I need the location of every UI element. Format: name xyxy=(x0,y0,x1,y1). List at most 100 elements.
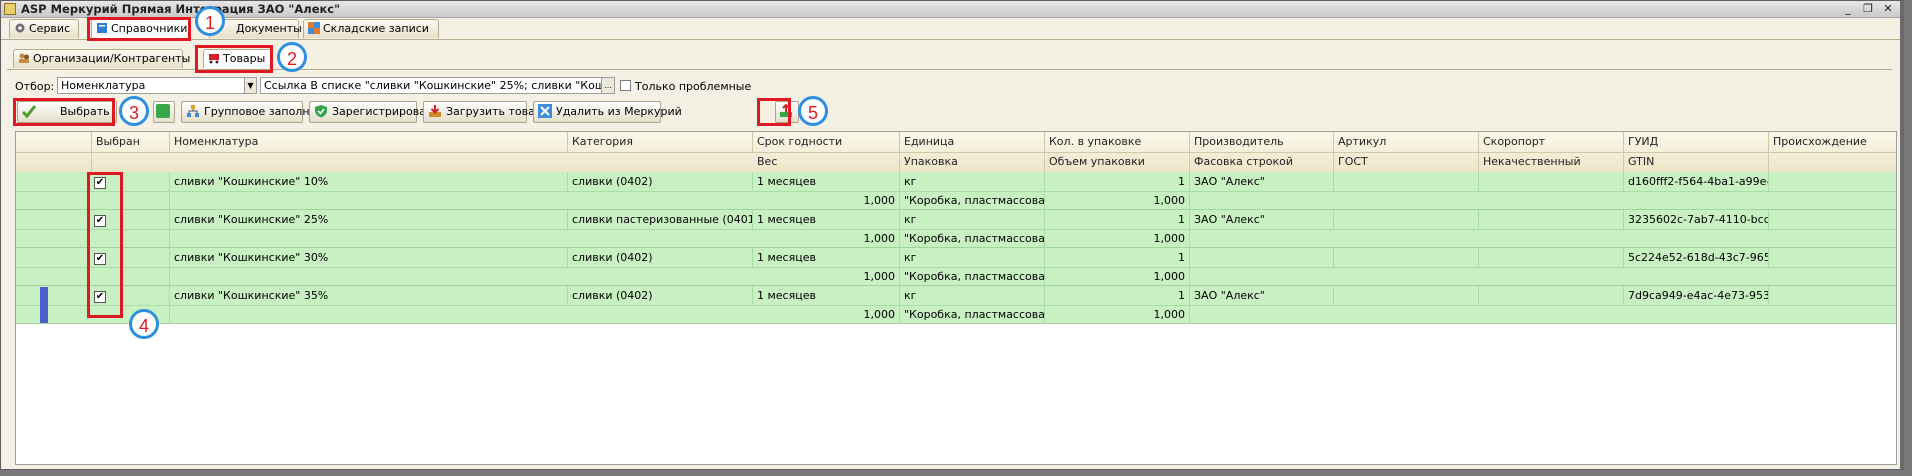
cell-nomenclature: сливки "Кошкинские" 35% xyxy=(170,286,568,305)
cell-weight: 1,000 xyxy=(753,191,900,210)
filter-bar: Отбор: Номенклатура ▼ Ссылка В списке "с… xyxy=(7,77,907,95)
restore-button[interactable]: ❐ xyxy=(1858,1,1878,16)
cell-qty: 1 xyxy=(1045,286,1190,305)
tab-warehouse-records[interactable]: Складские записи xyxy=(303,19,439,38)
header-shelf-life[interactable]: Срок годности xyxy=(753,132,900,152)
cell-shelf-life: 1 месяцев xyxy=(753,172,900,191)
register-button[interactable]: Зарегистрировать xyxy=(309,101,439,123)
mercury-icon xyxy=(538,104,552,118)
window-title: ASP Меркурий Прямая Интеграция ЗАО "Алек… xyxy=(21,2,341,16)
delete-from-mercury-button[interactable]: Удалить из Меркурий xyxy=(533,101,682,123)
filter-field-select[interactable]: Номенклатура xyxy=(57,77,245,94)
header-qty-in-package[interactable]: Кол. в упаковке xyxy=(1045,132,1190,152)
cell-shelf-life: 1 месяцев xyxy=(753,286,900,305)
annotation-badge-1: 1 xyxy=(195,6,225,36)
load-goods-button[interactable]: Загрузить товары xyxy=(423,101,550,123)
cell-volume: 1,000 xyxy=(1045,191,1190,210)
main-tabs: Сервис Справочники Документы Складские з… xyxy=(1,18,1900,40)
cell-producer xyxy=(1190,248,1334,267)
cell-category: сливки (0402) xyxy=(568,286,753,305)
add-icon xyxy=(156,104,170,118)
cell-qty: 1 xyxy=(1045,248,1190,267)
goods-table: Выбран Номенклатура Категория Срок годно… xyxy=(15,131,1897,465)
header-gost[interactable]: ГОСТ xyxy=(1334,152,1479,172)
table-row[interactable]: ✔ сливки "Кошкинские" 30% сливки (0402) … xyxy=(16,248,1896,286)
current-row-marker xyxy=(40,287,48,323)
cell-category: сливки (0402) xyxy=(568,172,753,191)
delete-from-mercury-label: Удалить из Меркурий xyxy=(556,105,682,118)
header-package[interactable]: Упаковка xyxy=(900,152,1045,172)
table-row[interactable]: ✔ сливки "Кошкинские" 25% сливки пастери… xyxy=(16,210,1896,248)
cell-unit: кг xyxy=(900,248,1045,267)
cell-guid: d160fff2-f564-4ba1-a99e-d... xyxy=(1624,172,1769,191)
cell-unit: кг xyxy=(900,286,1045,305)
header-unit[interactable]: Единица xyxy=(900,132,1045,152)
filter-value-input[interactable]: Ссылка В списке "сливки "Кошкинские" 25%… xyxy=(260,77,602,94)
cell-volume: 1,000 xyxy=(1045,229,1190,248)
header-origin[interactable]: Происхождение xyxy=(1769,132,1896,152)
cell-weight: 1,000 xyxy=(753,229,900,248)
tab-documents-label: Документы xyxy=(236,22,302,35)
filter-label: Отбор: xyxy=(15,80,55,93)
cell-nomenclature: сливки "Кошкинские" 25% xyxy=(170,210,568,229)
highlight-box-select xyxy=(13,98,115,126)
header-nomenclature[interactable]: Номенклатура xyxy=(170,132,568,152)
header-category[interactable]: Категория xyxy=(568,132,753,152)
annotation-badge-2: 2 xyxy=(277,42,307,72)
header-weight[interactable]: Вес xyxy=(753,152,900,172)
header-article[interactable]: Артикул xyxy=(1334,132,1479,152)
cell-guid: 3235602c-7ab7-4110-bcd... xyxy=(1624,210,1769,229)
header-packing-string[interactable]: Фасовка строкой xyxy=(1190,152,1334,172)
shield-icon xyxy=(314,104,328,118)
cell-qty: 1 xyxy=(1045,172,1190,191)
cell-guid: 7d9ca949-e4ac-4e73-953... xyxy=(1624,286,1769,305)
header-guid[interactable]: ГУИД xyxy=(1624,132,1769,152)
header-producer[interactable]: Производитель xyxy=(1190,132,1334,152)
cell-qty: 1 xyxy=(1045,210,1190,229)
highlight-box-export xyxy=(757,98,791,126)
cell-package: "Коробка, пластмассова... xyxy=(900,191,1045,210)
cell-volume: 1,000 xyxy=(1045,267,1190,286)
header-selected[interactable]: Выбран xyxy=(92,132,170,152)
header-defective[interactable]: Некачественный xyxy=(1479,152,1624,172)
cell-shelf-life: 1 месяцев xyxy=(753,210,900,229)
close-button[interactable]: ✕ xyxy=(1878,1,1898,16)
gear-icon xyxy=(14,22,26,34)
app-window: ASP Меркурий Прямая Интеграция ЗАО "Алек… xyxy=(0,0,1904,470)
header-perishable[interactable]: Скоропорт xyxy=(1479,132,1624,152)
organization-icon xyxy=(18,52,30,64)
cell-nomenclature: сливки "Кошкинские" 10% xyxy=(170,172,568,191)
tab-organizations[interactable]: Организации/Контрагенты xyxy=(13,49,190,68)
table-row[interactable]: ✔ сливки "Кошкинские" 10% сливки (0402) … xyxy=(16,172,1896,210)
minimize-button[interactable]: _ xyxy=(1838,1,1858,16)
tab-service[interactable]: Сервис xyxy=(9,19,79,38)
cell-weight: 1,000 xyxy=(753,267,900,286)
cell-weight: 1,000 xyxy=(753,305,900,324)
cell-producer: ЗАО "Алекс" xyxy=(1190,286,1334,305)
highlight-box-directories xyxy=(87,17,191,41)
cell-unit: кг xyxy=(900,210,1045,229)
tab-warehouse-label: Складские записи xyxy=(323,22,429,35)
filter-more-button[interactable]: ... xyxy=(601,77,615,94)
table-header: Выбран Номенклатура Категория Срок годно… xyxy=(16,132,1896,173)
group-fill-button[interactable]: Групповое заполнение xyxy=(181,101,337,123)
app-icon xyxy=(4,3,16,15)
header-package-volume[interactable]: Объем упаковки xyxy=(1045,152,1190,172)
highlight-box-checkboxes xyxy=(87,172,123,318)
group-fill-icon xyxy=(186,104,200,118)
cell-guid: 5c224e52-618d-43c7-965... xyxy=(1624,248,1769,267)
warehouse-icon xyxy=(308,22,320,34)
toolbar: Выбрать Групповое заполнение Зарегистрир… xyxy=(13,101,1892,125)
cell-package: "Коробка, пластмассова... xyxy=(900,267,1045,286)
add-row-button[interactable] xyxy=(153,101,175,123)
table-row-current[interactable]: ✔ сливки "Кошкинские" 35% сливки (0402) … xyxy=(16,286,1896,324)
annotation-badge-5: 5 xyxy=(798,96,828,126)
cell-volume: 1,000 xyxy=(1045,305,1190,324)
header-row-marker xyxy=(16,132,92,172)
header-gtin[interactable]: GTIN xyxy=(1624,152,1769,172)
chevron-down-icon[interactable]: ▼ xyxy=(244,77,257,94)
tab-organizations-label: Организации/Контрагенты xyxy=(33,52,191,65)
cell-package: "Коробка, пластмассова... xyxy=(900,305,1045,324)
problems-only-checkbox[interactable] xyxy=(620,80,631,91)
cell-category: сливки (0402) xyxy=(568,248,753,267)
